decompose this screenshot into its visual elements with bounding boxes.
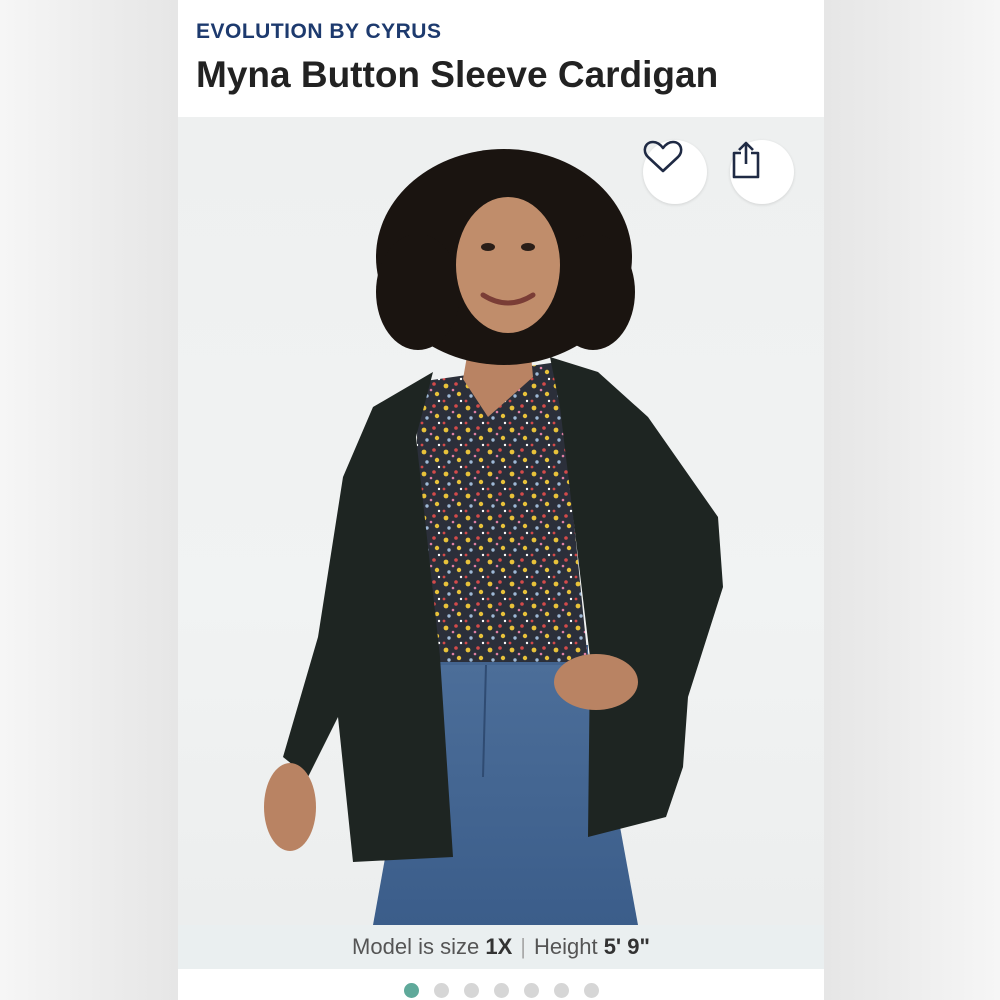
carousel-dot[interactable]: [433, 983, 449, 998]
carousel-dot[interactable]: [403, 983, 419, 998]
model-height-value: 5' 9": [603, 934, 650, 959]
separator: |: [520, 934, 526, 959]
product-title: Myna Button Sleeve Cardigan: [196, 54, 719, 95]
left-backdrop: [0, 0, 178, 1000]
model-size-label: Model is size: [352, 934, 480, 959]
model-height-label: Height: [533, 934, 598, 959]
right-backdrop: [824, 0, 1000, 1000]
carousel-dot[interactable]: [523, 983, 539, 998]
carousel-dot[interactable]: [463, 983, 479, 998]
model-size-value: 1X: [485, 934, 513, 959]
carousel-dot[interactable]: [583, 983, 599, 998]
product-card: EVOLUTION BY CYRUS Myna Button Sleeve Ca…: [178, 0, 824, 1000]
share-button[interactable]: [730, 140, 794, 204]
carousel-dot[interactable]: [493, 983, 509, 998]
model-photo-illustration: [264, 149, 723, 925]
carousel-dots: [178, 983, 824, 999]
carousel-dot[interactable]: [553, 983, 569, 998]
brand-name[interactable]: EVOLUTION BY CYRUS: [196, 20, 441, 44]
product-image[interactable]: [178, 117, 824, 925]
model-info-bar: Model is size 1X | Height 5' 9": [178, 925, 824, 969]
favorite-button[interactable]: [643, 140, 707, 204]
